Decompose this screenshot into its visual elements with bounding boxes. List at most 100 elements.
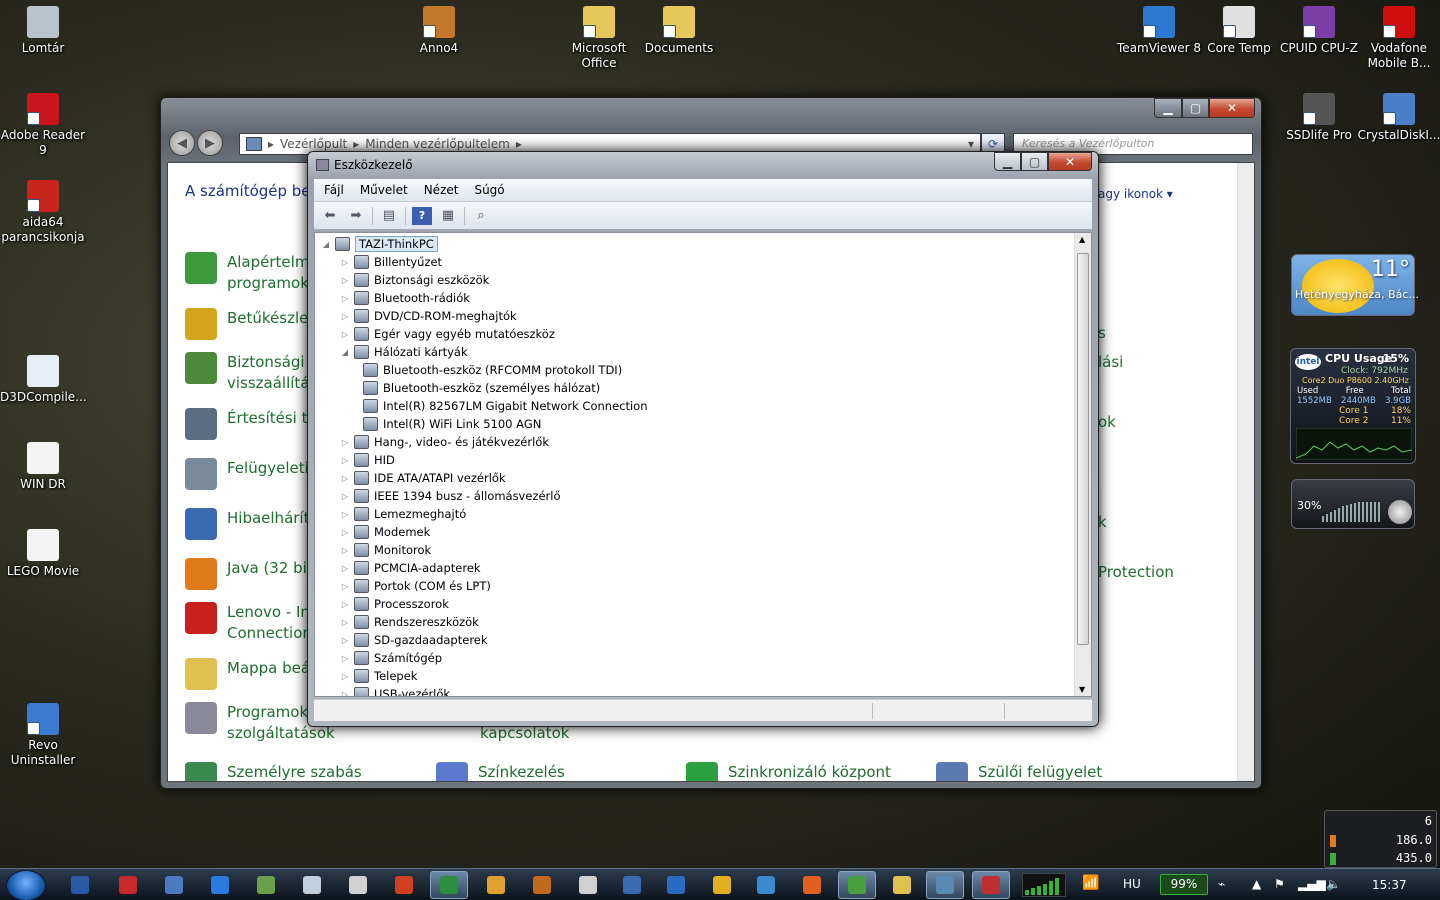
tree-node[interactable]: ▷ HID	[340, 451, 395, 469]
taskbar-app-button[interactable]	[530, 873, 554, 897]
desktop-icon-ssdlife[interactable]: SSDlife Pro	[1276, 93, 1362, 143]
taskbar-app-button[interactable]	[68, 873, 92, 897]
taskbar-app-button[interactable]	[116, 873, 140, 897]
start-button[interactable]	[6, 870, 46, 900]
view-by-dropdown[interactable]: agy ikonok ▾	[1098, 187, 1173, 201]
scroll-up-icon[interactable]: ▲	[1079, 235, 1085, 244]
help-icon[interactable]: ?	[412, 206, 432, 225]
scroll-down-icon[interactable]: ▼	[1079, 685, 1085, 694]
taskbar-app-button[interactable]	[620, 873, 644, 897]
desktop-icon-anno[interactable]: Anno4	[396, 6, 482, 56]
chevron-down-icon[interactable]: ▾	[968, 137, 974, 151]
desktop-icon-recycle[interactable]: Lomtár	[0, 6, 86, 56]
cp-item[interactable]: s	[1098, 323, 1106, 344]
taskbar-app-button[interactable]	[710, 873, 734, 897]
signal-icon[interactable]: ▂▄▆	[1298, 877, 1326, 891]
taskbar-app-button[interactable]	[208, 873, 232, 897]
desktop-icon-documents[interactable]: Documents	[636, 6, 722, 56]
cp-item[interactable]: Lenovo - In Connection	[185, 602, 312, 644]
desktop-icon-windr[interactable]: WIN DR	[0, 442, 86, 492]
expand-icon[interactable]: ▷	[340, 600, 350, 609]
expand-icon[interactable]: ▷	[340, 582, 350, 591]
expand-icon[interactable]: ▷	[340, 528, 350, 537]
taskbar-app-button[interactable]	[838, 871, 876, 899]
taskbar-app-button[interactable]	[754, 873, 778, 897]
desktop-icon-aida[interactable]: aida64 parancsikonja	[0, 180, 86, 245]
taskbar-app-button[interactable]	[346, 873, 370, 897]
desktop-icon-vodafone[interactable]: Vodafone Mobile B...	[1356, 6, 1440, 71]
desktop-icon-crystal[interactable]: CrystalDiskI...	[1356, 93, 1440, 143]
expand-icon[interactable]: ▷	[340, 438, 350, 447]
tree-node[interactable]: ▷ Portok (COM és LPT)	[340, 577, 491, 595]
scan-hardware-icon[interactable]: ⌕	[471, 207, 491, 225]
cp-item[interactable]: Személyre szabás	[185, 762, 362, 781]
forward-arrow-icon[interactable]: ➡	[346, 207, 366, 225]
cp-item[interactable]: Protection	[1098, 562, 1174, 583]
taskbar-app-button[interactable]	[392, 873, 416, 897]
expand-icon[interactable]: ▷	[340, 474, 350, 483]
forward-button[interactable]: ▶	[197, 130, 223, 156]
taskbar-app-button[interactable]	[254, 873, 278, 897]
desktop-icon-cpuz[interactable]: CPUID CPU-Z	[1276, 6, 1362, 56]
wireless-icon[interactable]: 📶	[1082, 875, 1099, 891]
show-hide-tree-icon[interactable]: ▤	[379, 207, 399, 225]
expand-icon[interactable]: ▷	[340, 492, 350, 501]
tree-node[interactable]: ▷ SD-gazdaadapterek	[340, 631, 488, 649]
taskbar-app-button[interactable]	[926, 871, 964, 899]
expand-icon[interactable]: ▷	[340, 564, 350, 573]
expand-icon[interactable]: ▷	[340, 546, 350, 555]
taskbar-app-button[interactable]	[664, 873, 688, 897]
back-arrow-icon[interactable]: ⬅	[320, 207, 340, 225]
desktop-icon-coretemp[interactable]: Core Temp	[1196, 6, 1282, 56]
power-plug-icon[interactable]: ⌁	[1218, 877, 1225, 891]
expand-icon[interactable]: ▷	[340, 276, 350, 285]
cp-item[interactable]: Alapértelm programok	[185, 252, 309, 294]
cp-item[interactable]: Mappa beá	[185, 658, 310, 690]
collapse-icon[interactable]: ◢	[321, 240, 331, 249]
desktop-icon-teamviewer[interactable]: TeamViewer 8	[1116, 6, 1202, 56]
tree-node[interactable]: ▷ IDE ATA/ATAPI vezérlők	[340, 469, 506, 487]
cp-item[interactable]: Felügyeleti	[185, 458, 309, 490]
desktop-icon-msoffice[interactable]: Microsoft Office	[556, 6, 642, 71]
cp-item[interactable]: Szinkronizáló központ	[686, 762, 891, 781]
cp-item[interactable]: k	[1098, 512, 1107, 533]
desktop-icon-d3d[interactable]: D3DCompile...	[0, 355, 87, 405]
cp-item[interactable]: Biztonsági visszaállítás	[185, 352, 317, 394]
tree-node[interactable]: ▷ Billentyűzet	[340, 253, 442, 271]
tree-node[interactable]: ▷ Modemek	[340, 523, 430, 541]
tree-node[interactable]: ▷ Biztonsági eszközök	[340, 271, 489, 289]
tree-node[interactable]: ▷ USB-vezérlők	[340, 685, 450, 697]
volume-knob-icon[interactable]	[1388, 500, 1412, 524]
taskbar-app-button[interactable]	[430, 871, 468, 899]
tree-node[interactable]: Bluetooth-eszköz (RFCOMM protokoll TDI)	[359, 361, 622, 379]
expand-icon[interactable]: ▷	[340, 690, 350, 697]
expand-icon[interactable]: ▷	[340, 456, 350, 465]
tree-node[interactable]: ▷ Számítógép	[340, 649, 442, 667]
minimize-button[interactable]: ▁	[994, 152, 1021, 171]
back-button[interactable]: ◀	[169, 130, 195, 156]
cp-item[interactable]: Színkezelés	[436, 762, 565, 781]
expand-icon[interactable]: ▷	[340, 312, 350, 321]
close-button[interactable]: ✕	[1209, 98, 1255, 118]
tree-node[interactable]: ▷ PCMCIA-adapterek	[340, 559, 481, 577]
tree-node[interactable]: ▷ Telepek	[340, 667, 417, 685]
maximize-button[interactable]: ▢	[1021, 152, 1048, 171]
tree-node[interactable]: ▷ Lemezmeghajtó	[340, 505, 466, 523]
clock[interactable]: 15:37	[1372, 878, 1407, 892]
tree-node[interactable]: ▷ Processzorok	[340, 595, 449, 613]
tree-node[interactable]: Bluetooth-eszköz (személyes hálózat)	[359, 379, 600, 397]
close-button[interactable]: ✕	[1048, 152, 1092, 171]
taskbar-app-button[interactable]	[484, 873, 508, 897]
cp-item[interactable]: Java (32 bi	[185, 558, 307, 590]
tree-node[interactable]: ▷ Bluetooth-rádiók	[340, 289, 470, 307]
tree-node[interactable]: Intel(R) 82567LM Gigabit Network Connect…	[359, 397, 648, 415]
menu-view[interactable]: Nézet	[418, 181, 465, 199]
expand-icon[interactable]: ▷	[340, 330, 350, 339]
desktop-icon-adobe[interactable]: Adobe Reader 9	[0, 93, 86, 158]
cp-item[interactable]: ok	[1098, 412, 1116, 433]
breadcrumb-all-items[interactable]: Minden vezérlőpultelem	[365, 137, 510, 151]
tree-node[interactable]: ▷ IEEE 1394 busz - állomásvezérlő	[340, 487, 561, 505]
cpu-usage-gadget[interactable]: intel CPU Usage 15% Clock: 792MHz Core2 …	[1290, 348, 1416, 464]
show-hidden-icons[interactable]: ▲	[1252, 877, 1261, 891]
taskbar-app-button[interactable]	[972, 871, 1010, 899]
